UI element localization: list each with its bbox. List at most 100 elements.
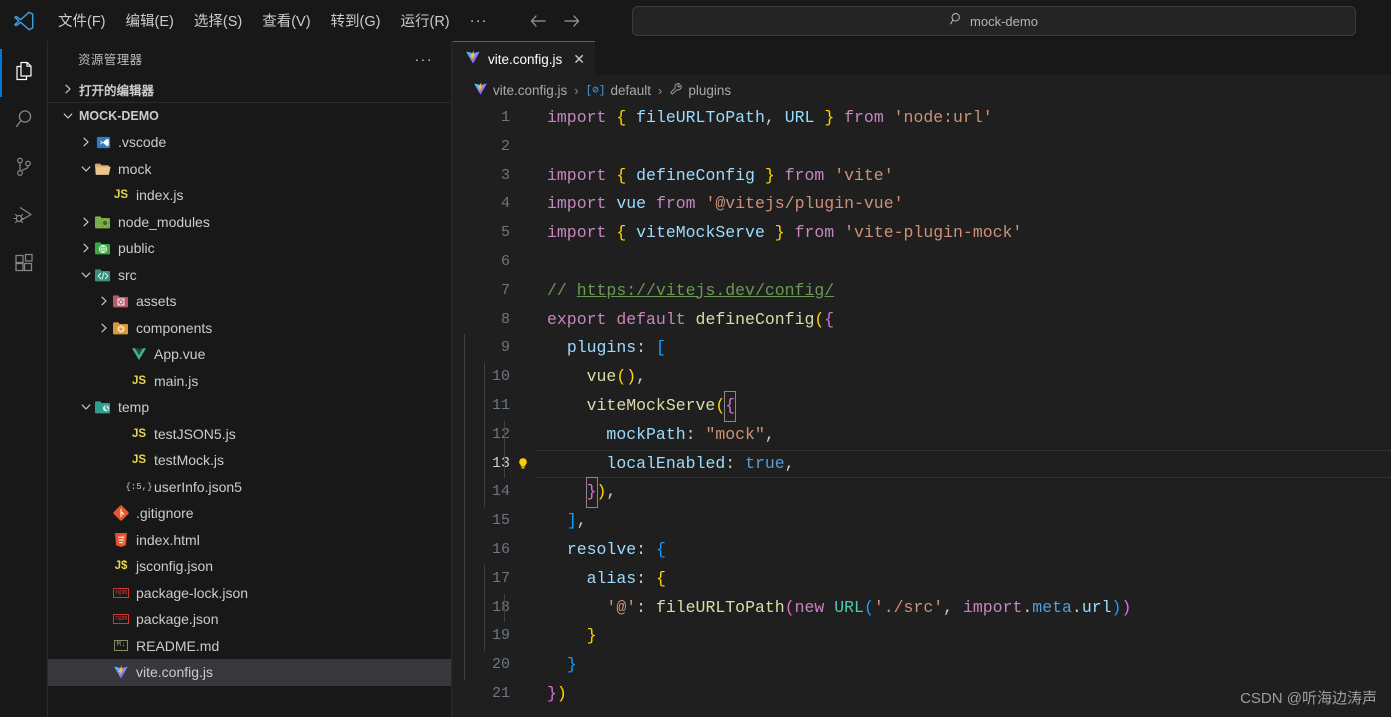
arrow-right-icon[interactable] <box>562 12 582 30</box>
tree-indent-spacer <box>96 664 112 680</box>
tree-item-vscode[interactable]: .vscode <box>48 129 451 156</box>
lightbulb-icon[interactable] <box>510 457 536 471</box>
tree-item-index-html[interactable]: index.html <box>48 527 451 554</box>
menu-edit[interactable]: 编辑(E) <box>117 7 183 34</box>
code-token: { <box>725 392 735 421</box>
code-token: URL <box>834 594 864 623</box>
breadcrumb-file-label: vite.config.js <box>493 83 567 98</box>
tree-item-readme-md[interactable]: M↓README.md <box>48 633 451 660</box>
tree-item-index-js[interactable]: JSindex.js <box>48 182 451 209</box>
chevron-down-icon[interactable] <box>78 161 94 177</box>
chevron-right-icon[interactable] <box>78 214 94 230</box>
tree-item-vite-config-js[interactable]: vite.config.js <box>48 659 451 686</box>
chevron-right-icon[interactable] <box>78 240 94 256</box>
tree-item-assets[interactable]: assets <box>48 288 451 315</box>
code-token: '@' <box>606 594 636 623</box>
tree-item-testmock-js[interactable]: JStestMock.js <box>48 447 451 474</box>
menu-go[interactable]: 转到(G) <box>322 7 390 34</box>
tree-item-jsconfig-json[interactable]: J$jsconfig.json <box>48 553 451 580</box>
code-line[interactable]: 19 } <box>453 622 1391 651</box>
root-folder-section[interactable]: MOCK-DEMO <box>48 102 451 129</box>
code-token: './src' <box>874 594 943 623</box>
code-token: } <box>567 651 577 680</box>
code-line[interactable]: 1import { fileURLToPath, URL } from 'nod… <box>453 104 1391 133</box>
code-line[interactable]: 6 <box>453 248 1391 277</box>
code-line[interactable]: 14 }), <box>453 478 1391 507</box>
tree-item-components[interactable]: components <box>48 315 451 342</box>
chevron-right-icon[interactable] <box>96 320 112 336</box>
menu-file[interactable]: 文件(F) <box>49 7 115 34</box>
explorer-more-actions-button[interactable]: ··· <box>415 54 434 64</box>
menu-bar: 文件(F) 编辑(E) 选择(S) 查看(V) 转到(G) 运行(R) ··· <box>48 0 498 41</box>
tree-item-public[interactable]: public <box>48 235 451 262</box>
tab-vite-config-js[interactable]: vite.config.js ✕ <box>453 41 595 76</box>
activitybar-item-extensions[interactable] <box>0 241 48 289</box>
arrow-left-icon[interactable] <box>528 12 548 30</box>
chevron-right-icon[interactable] <box>96 293 112 309</box>
tree-item-label: components <box>136 320 212 336</box>
menu-selection[interactable]: 选择(S) <box>185 7 251 34</box>
code-line[interactable]: 12 mockPath: "mock", <box>453 421 1391 450</box>
chevron-down-icon[interactable] <box>78 399 94 415</box>
chevron-right-icon[interactable] <box>78 134 94 150</box>
tree-item-testjson5-js[interactable]: JStestJSON5.js <box>48 421 451 448</box>
code-line[interactable]: 20 } <box>453 651 1391 680</box>
code-line[interactable]: 2 <box>453 133 1391 162</box>
activitybar-item-source-control[interactable] <box>0 145 48 193</box>
tree-item-gitignore[interactable]: .gitignore <box>48 500 451 527</box>
tree-item-package-lock-json[interactable]: npmpackage-lock.json <box>48 580 451 607</box>
line-number: 10 <box>453 363 510 392</box>
open-editors-section[interactable]: 打开的编辑器 <box>48 76 451 102</box>
code-line[interactable]: 11 viteMockServe({ <box>453 392 1391 421</box>
close-icon[interactable]: ✕ <box>573 52 585 66</box>
breadcrumb-item-plugins[interactable]: plugins <box>669 82 731 99</box>
tree-item-main-js[interactable]: JSmain.js <box>48 368 451 395</box>
breadcrumb-item-file[interactable]: vite.config.js <box>473 81 567 99</box>
line-number: 14 <box>453 478 510 507</box>
code-line[interactable]: 8export default defineConfig({ <box>453 306 1391 335</box>
activitybar-item-explorer[interactable] <box>0 49 48 97</box>
code-line[interactable]: 15 ], <box>453 507 1391 536</box>
code-line[interactable]: 5import { viteMockServe } from 'vite-plu… <box>453 219 1391 248</box>
menu-run[interactable]: 运行(R) <box>391 7 458 34</box>
code-line[interactable]: 3import { defineConfig } from 'vite' <box>453 162 1391 191</box>
tree-item-userinfo-json5[interactable]: {:5,}userInfo.json5 <box>48 474 451 501</box>
quick-open-input[interactable]: mock-demo <box>632 6 1356 36</box>
tree-indent-spacer <box>114 373 130 389</box>
code-token: ) <box>1112 594 1122 623</box>
breadcrumb-item-default[interactable]: [⊘] default <box>586 83 651 98</box>
line-number: 21 <box>453 680 510 709</box>
code-line-content <box>536 133 1391 162</box>
code-token: import <box>547 104 606 133</box>
tree-item-node-modules[interactable]: node_modules <box>48 209 451 236</box>
tree-item-mock[interactable]: mock <box>48 156 451 183</box>
code-token <box>547 594 606 623</box>
tree-item-app-vue[interactable]: App.vue <box>48 341 451 368</box>
code-line[interactable]: 17 alias: { <box>453 565 1391 594</box>
code-line[interactable]: 13 localEnabled: true, <box>453 450 1391 479</box>
assets-folder-icon <box>112 293 130 309</box>
code-line[interactable]: 7// https://vitejs.dev/config/ <box>453 277 1391 306</box>
code-token: resolve <box>567 536 636 565</box>
tree-item-package-json[interactable]: npmpackage.json <box>48 606 451 633</box>
code-editor[interactable]: 1import { fileURLToPath, URL } from 'nod… <box>453 104 1391 717</box>
tree-item-src[interactable]: src <box>48 262 451 289</box>
code-line-content: plugins: [ <box>536 334 1391 363</box>
menu-view[interactable]: 查看(V) <box>253 7 319 34</box>
code-token: , <box>636 363 646 392</box>
code-line[interactable]: 9 plugins: [ <box>453 334 1391 363</box>
code-token: from <box>795 219 835 248</box>
activitybar-item-run-and-debug[interactable] <box>0 193 48 241</box>
menu-overflow-button[interactable]: ··· <box>460 12 498 29</box>
chevron-down-icon[interactable] <box>78 267 94 283</box>
code-line[interactable]: 4import vue from '@vitejs/plugin-vue' <box>453 190 1391 219</box>
code-token <box>814 104 824 133</box>
code-token: viteMockServe <box>636 219 765 248</box>
activitybar-item-search[interactable] <box>0 97 48 145</box>
code-line[interactable]: 18 '@': fileURLToPath(new URL('./src', i… <box>453 594 1391 623</box>
code-token: : <box>636 594 656 623</box>
tree-item-temp[interactable]: temp <box>48 394 451 421</box>
code-line[interactable]: 16 resolve: { <box>453 536 1391 565</box>
tree-item-label: App.vue <box>154 346 205 362</box>
code-line[interactable]: 10 vue(), <box>453 363 1391 392</box>
